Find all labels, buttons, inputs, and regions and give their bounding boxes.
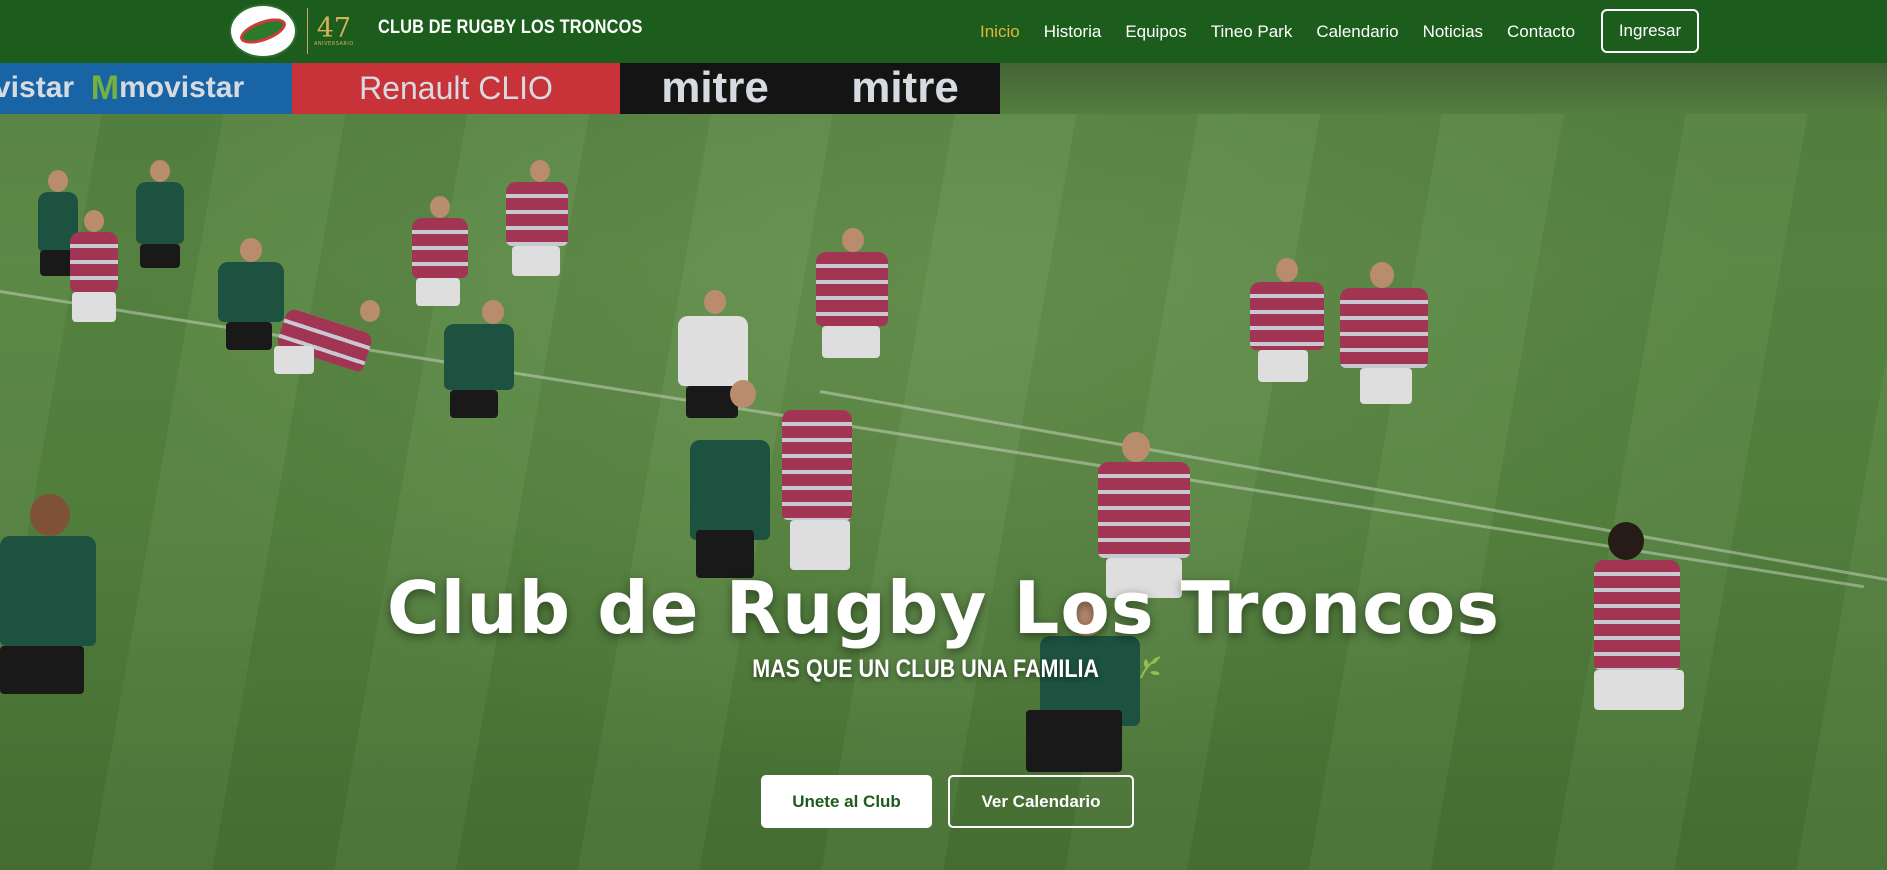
hero-subtitle: MAS QUE UN CLUB UNA FAMILIA bbox=[0, 654, 1887, 687]
hero-background: vistar Mmovistar Renault CLIO mitre mitre bbox=[0, 0, 1887, 870]
nav-link-inicio[interactable]: Inicio bbox=[980, 22, 1020, 42]
nav-link-equipos[interactable]: Equipos bbox=[1125, 22, 1186, 42]
view-calendar-button[interactable]: Ver Calendario bbox=[948, 775, 1134, 828]
hero-title: Club de Rugby Los Troncos bbox=[386, 566, 1501, 650]
nav-link-noticias[interactable]: Noticias bbox=[1423, 22, 1483, 42]
club-logo[interactable]: 47 ANIVERSARIO bbox=[229, 4, 354, 58]
nav-link-historia[interactable]: Historia bbox=[1044, 22, 1102, 42]
leaf-icon bbox=[1137, 654, 1163, 687]
anniversary-badge: 47 ANIVERSARIO bbox=[314, 15, 354, 47]
logo-divider bbox=[307, 8, 308, 54]
hero-overlay bbox=[0, 0, 1887, 870]
nav-menu: Inicio Historia Equipos Tineo Park Calen… bbox=[980, 0, 1599, 63]
nav-link-calendario[interactable]: Calendario bbox=[1316, 22, 1398, 42]
nav-link-tineo-park[interactable]: Tineo Park bbox=[1211, 22, 1293, 42]
club-crest-icon bbox=[229, 4, 297, 58]
anniversary-label: ANIVERSARIO bbox=[314, 41, 354, 47]
join-club-button[interactable]: Unete al Club bbox=[761, 775, 932, 828]
hero-subtitle-text: MAS QUE UN CLUB UNA FAMILIA bbox=[752, 655, 1100, 684]
anniversary-number: 47 bbox=[316, 13, 352, 44]
top-navbar: 47 ANIVERSARIO CLUB DE RUGBY LOS TRONCOS… bbox=[0, 0, 1887, 63]
brand-name[interactable]: CLUB DE RUGBY LOS TRONCOS bbox=[378, 17, 643, 39]
login-button[interactable]: Ingresar bbox=[1601, 9, 1699, 53]
nav-link-contacto[interactable]: Contacto bbox=[1507, 22, 1575, 42]
